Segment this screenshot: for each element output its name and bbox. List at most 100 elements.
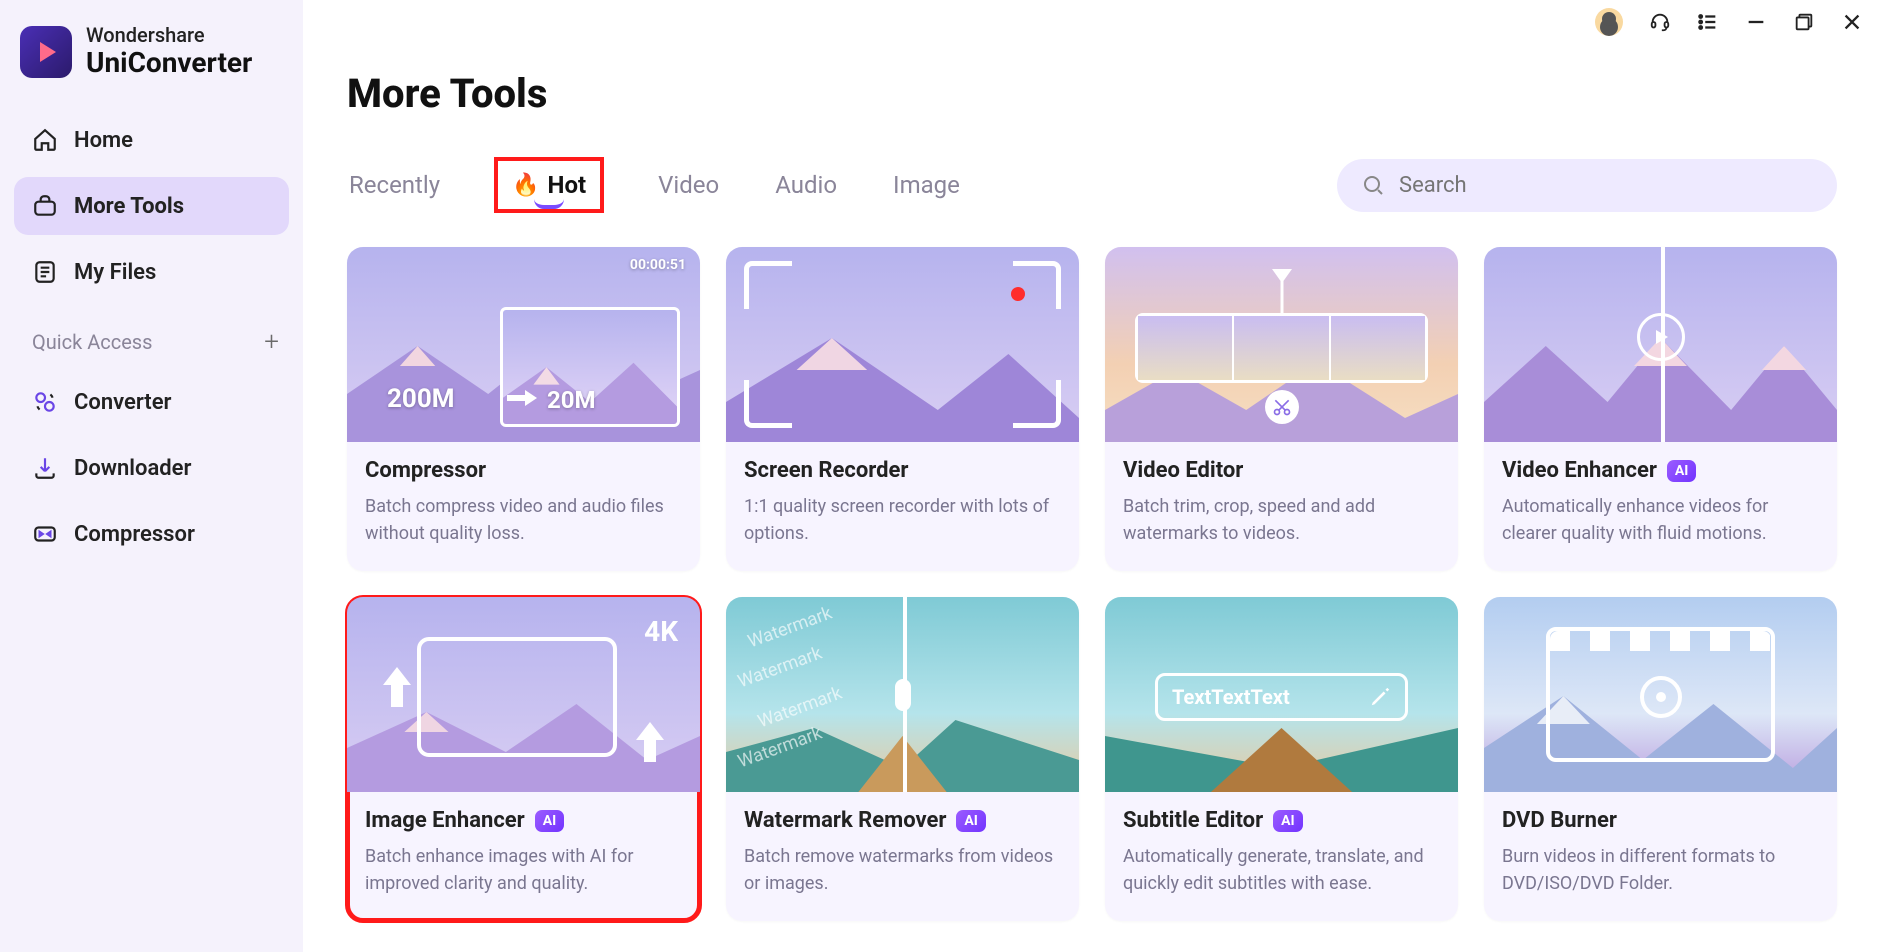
tool-card-compressor[interactable]: 00:00:51 200M 20M Compressor Batch compr…	[347, 247, 700, 571]
fourk-label: 4K	[644, 615, 678, 648]
card-title: Screen Recorder	[744, 458, 908, 483]
minimize-icon[interactable]	[1745, 11, 1767, 33]
close-icon[interactable]	[1841, 11, 1863, 33]
card-thumbnail	[1484, 247, 1837, 442]
converter-icon	[32, 389, 58, 415]
arrow-right-icon	[507, 388, 537, 408]
card-title: DVD Burner	[1502, 808, 1617, 833]
card-desc: Burn videos in different formats to DVD/…	[1502, 843, 1819, 897]
tool-card-screen-recorder[interactable]: Screen Recorder 1:1 quality screen recor…	[726, 247, 1079, 571]
card-thumbnail: 00:00:51 200M 20M	[347, 247, 700, 442]
sidebar-item-downloader[interactable]: Downloader	[14, 439, 289, 497]
tab-image[interactable]: Image	[891, 167, 962, 203]
card-thumbnail	[726, 247, 1079, 442]
sidebar: Wondershare UniConverter Home More Tools…	[0, 0, 303, 952]
category-tabs: Recently 🔥 Hot Video Audio Image	[347, 157, 962, 213]
brand-line1: Wondershare	[86, 24, 252, 47]
sidebar-item-label: Downloader	[74, 456, 191, 481]
card-desc: Automatically generate, translate, and q…	[1123, 843, 1440, 897]
arrow-up-icon	[383, 667, 411, 707]
tab-label: Recently	[349, 171, 440, 199]
window-titlebar	[1595, 8, 1863, 36]
card-title: Video Editor	[1123, 458, 1243, 483]
card-title: Watermark Remover	[744, 808, 946, 833]
home-icon	[32, 127, 58, 153]
ai-badge: AI	[535, 810, 565, 832]
sidebar-item-label: Home	[74, 128, 133, 153]
search-icon	[1361, 173, 1385, 197]
tab-recently[interactable]: Recently	[347, 167, 442, 203]
card-desc: Batch enhance images with AI for improve…	[365, 843, 682, 897]
sidebar-item-label: Compressor	[74, 522, 195, 547]
sidebar-item-label: More Tools	[74, 194, 184, 219]
app-logo: Wondershare UniConverter	[14, 24, 289, 103]
compressor-icon	[32, 521, 58, 547]
tools-grid: 00:00:51 200M 20M Compressor Batch compr…	[347, 247, 1837, 921]
tab-hot[interactable]: 🔥 Hot	[494, 157, 604, 213]
ai-badge: AI	[956, 810, 986, 832]
main-panel: More Tools Recently 🔥 Hot Video Audio Im…	[303, 0, 1881, 952]
ai-badge: AI	[1273, 810, 1303, 832]
brand-line2: UniConverter	[86, 47, 252, 79]
tool-card-video-enhancer[interactable]: Video Enhancer AI Automatically enhance v…	[1484, 247, 1837, 571]
arrow-up-icon	[636, 722, 664, 762]
thumb-size-from: 200M	[387, 384, 455, 414]
quick-access-label: Quick Access	[32, 330, 152, 354]
card-desc: 1:1 quality screen recorder with lots of…	[744, 493, 1061, 547]
frame-icon	[417, 637, 617, 757]
bracket-icon	[744, 380, 792, 428]
sidebar-item-label: Converter	[74, 390, 171, 415]
watermark-label: Watermark	[745, 603, 835, 653]
search-input[interactable]	[1399, 173, 1813, 198]
page-title: More Tools	[347, 70, 1837, 117]
record-dot-icon	[1011, 287, 1025, 301]
menu-list-icon[interactable]	[1697, 11, 1719, 33]
tab-audio[interactable]: Audio	[773, 167, 839, 203]
card-title: Video Enhancer	[1502, 458, 1657, 483]
tool-card-watermark-remover[interactable]: Watermark Watermark Watermark Watermark …	[726, 597, 1079, 921]
card-desc: Batch remove watermarks from videos or i…	[744, 843, 1061, 897]
card-desc: Automatically enhance videos for clearer…	[1502, 493, 1819, 547]
search-box[interactable]	[1337, 159, 1837, 212]
maximize-icon[interactable]	[1793, 11, 1815, 33]
download-icon	[32, 455, 58, 481]
card-title: Subtitle Editor	[1123, 808, 1263, 833]
tab-label: Audio	[775, 171, 837, 199]
card-thumbnail	[1105, 247, 1458, 442]
sidebar-item-label: My Files	[74, 260, 156, 285]
filmstrip-icon	[1135, 313, 1428, 383]
thumb-size-to: 20M	[547, 386, 596, 414]
card-thumbnail: TextTextText	[1105, 597, 1458, 792]
thumb-timecode: 00:00:51	[630, 257, 686, 273]
card-desc: Batch compress video and audio files wit…	[365, 493, 682, 547]
tool-card-video-editor[interactable]: Video Editor Batch trim, crop, speed and…	[1105, 247, 1458, 571]
sidebar-item-my-files[interactable]: My Files	[14, 243, 289, 301]
bracket-icon	[1013, 380, 1061, 428]
card-thumbnail: 4K	[347, 597, 700, 792]
tool-card-image-enhancer[interactable]: 4K Image Enhancer AI Batch enhance images…	[347, 597, 700, 921]
logo-icon	[20, 26, 72, 78]
card-title: Image Enhancer	[365, 808, 525, 833]
user-avatar-icon[interactable]	[1595, 8, 1623, 36]
pencil-icon	[1369, 686, 1391, 708]
sidebar-item-compressor[interactable]: Compressor	[14, 505, 289, 563]
ai-badge: AI	[1667, 460, 1697, 482]
fire-icon: 🔥	[512, 173, 539, 198]
tab-underline-icon	[534, 199, 564, 209]
tab-label: Image	[893, 171, 960, 199]
sidebar-item-home[interactable]: Home	[14, 111, 289, 169]
clapboard-icon	[1546, 627, 1775, 762]
files-icon	[32, 259, 58, 285]
tool-card-subtitle-editor[interactable]: TextTextText Subtitle Editor AI Automatic…	[1105, 597, 1458, 921]
card-thumbnail	[1484, 597, 1837, 792]
tab-label: Video	[658, 171, 719, 199]
bracket-icon	[1013, 261, 1061, 309]
add-quick-access-button[interactable]: +	[264, 327, 279, 357]
sidebar-item-converter[interactable]: Converter	[14, 373, 289, 431]
play-icon	[1637, 313, 1685, 361]
tab-video[interactable]: Video	[656, 167, 721, 203]
scissors-icon	[1265, 390, 1299, 424]
support-icon[interactable]	[1649, 11, 1671, 33]
tool-card-dvd-burner[interactable]: DVD Burner Burn videos in different form…	[1484, 597, 1837, 921]
sidebar-item-more-tools[interactable]: More Tools	[14, 177, 289, 235]
